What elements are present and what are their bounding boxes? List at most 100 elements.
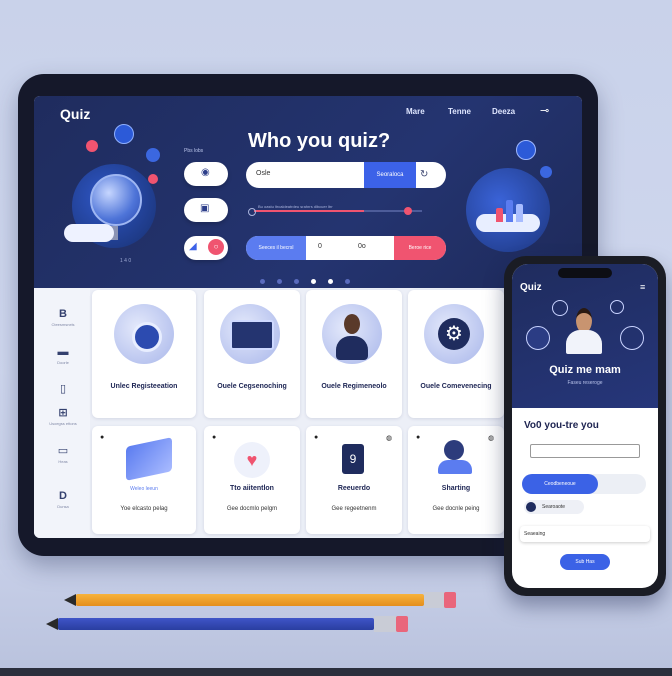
heart-icon: ♥ (234, 442, 270, 478)
slider-caption: Bu oastu ltrcaldeatrdeu srahrrs dlbcuer … (258, 204, 333, 209)
phone-notch (558, 268, 612, 278)
nav-item-tenne[interactable]: Tenne (448, 107, 471, 116)
card-title: Ouele Comevenecing (420, 383, 492, 390)
badge-icon (86, 140, 98, 152)
carousel-dot[interactable] (311, 279, 316, 284)
sidebar-item-4[interactable]: ⊞ Usoegss ettons (38, 406, 88, 426)
gear-icon: ⚙ (424, 304, 484, 364)
chart-bar (516, 204, 523, 222)
info-icon: ● (416, 434, 421, 441)
card-subtitle: Gee docnle peing (432, 506, 480, 512)
menu-icon[interactable]: ≡ (640, 282, 645, 292)
chart-bar (506, 200, 513, 222)
sidebar-label: Usoegss ettons (49, 421, 77, 426)
primary-button[interactable]: Ceodbeneoue (522, 474, 598, 494)
badge-icon (516, 140, 536, 160)
nav-item-deeza[interactable]: Deeza (492, 107, 515, 116)
card-title: Weleo leeun (130, 486, 158, 492)
carousel-dots[interactable] (260, 271, 362, 289)
phone-screen: Quiz ≡ Quiz me mam Faseu reseroge Vo0 yo… (512, 264, 658, 588)
flask-icon (526, 326, 550, 350)
alert-button[interactable]: ◢ ○ (184, 236, 228, 260)
chart-illustration (466, 168, 550, 252)
sidebar-label: Heas (58, 459, 68, 464)
feature-card[interactable]: Ouele Cegsenoching (204, 290, 300, 418)
sidebar-item-2[interactable]: ▬ Doorle (38, 346, 88, 365)
chip-label: Searoaote (542, 504, 566, 510)
action-icon: ◍ (488, 435, 495, 442)
chart-bar (496, 208, 503, 222)
slider-handle[interactable] (404, 207, 412, 215)
control-mid-1[interactable]: 0 (318, 243, 322, 250)
chat-button[interactable]: ▣ (184, 198, 228, 222)
control-mid-2[interactable]: 0o (358, 243, 366, 250)
phone-device: Quiz ≡ Quiz me mam Faseu reseroge Vo0 yo… (504, 256, 666, 596)
link-icon[interactable]: ↻ (420, 169, 428, 180)
sidebar-label: Cteesmsnels (51, 322, 75, 327)
info-card[interactable]: ● ◍ 9 Reeuerdo Gee regeetnenm (306, 426, 402, 534)
minus-icon: ▬ (57, 346, 69, 358)
chat-icon (620, 326, 644, 350)
sidebar-item-6[interactable]: D Dunsa (38, 490, 88, 509)
hero-banner: Quiz Mare Tenne Deeza ⊸ Who you quiz? Pb… (34, 96, 582, 288)
folder-icon: ▭ (57, 445, 69, 457)
search-bar[interactable]: Osle Seoraloca ↻ (246, 162, 446, 188)
feature-card[interactable]: Unlec Registeeation (92, 290, 196, 418)
option-chip[interactable]: Searoaote (524, 500, 584, 514)
carousel-dot[interactable] (345, 279, 350, 284)
info-card[interactable]: ● Weleo leeun Yoe elcasto pelag (92, 426, 196, 534)
user-icon-body (438, 460, 472, 474)
option-icon (526, 502, 536, 512)
slider-start-handle[interactable] (248, 208, 256, 216)
info-icon: ● (212, 434, 217, 441)
sidebar-item-5[interactable]: ▭ Heas (38, 444, 88, 464)
bubble-icon: ◢ (189, 241, 197, 252)
info-icon: ● (314, 434, 319, 441)
feature-card[interactable]: ⚙ Ouele Comevenecing (408, 290, 504, 418)
phone-field[interactable]: Seaeaing (520, 526, 650, 542)
sidebar: B Cteesmsnels ▬ Doorle ▯ ⊞ Usoegss ettons ▭… (34, 288, 90, 538)
progress-slider[interactable] (248, 207, 422, 216)
search-input[interactable]: Osle (256, 170, 270, 177)
carousel-dot[interactable] (294, 279, 299, 284)
grid-icon: ⊞ (58, 407, 68, 419)
badge-icon (540, 166, 552, 178)
phone-subtitle: Faseu reseroge (567, 380, 603, 386)
book-icon: 9 (342, 444, 364, 474)
toggle-icon[interactable]: ⊸ (540, 104, 549, 117)
nav-item-mare[interactable]: Mare (406, 107, 425, 116)
chat-icon: ▣ (200, 203, 210, 214)
phone-heading: Vo0 you-tre you (524, 420, 599, 431)
carousel-dot[interactable] (277, 279, 282, 284)
sidebar-label: Dunsa (57, 504, 69, 509)
avatar (564, 308, 604, 354)
carousel-dot[interactable] (260, 279, 265, 284)
sidebar-item-1[interactable]: B Cteesmsnels (38, 308, 88, 327)
phone-text-input[interactable] (530, 444, 640, 458)
sidebar-item-3[interactable]: ▯ (38, 382, 88, 397)
card-title: Ouele Regimeneolo (321, 383, 387, 390)
feature-card[interactable]: Ouele Regimeneolo (306, 290, 402, 418)
search-button[interactable]: Seoraloca (364, 162, 416, 188)
tablet-screen: Quiz Mare Tenne Deeza ⊸ Who you quiz? Pb… (34, 96, 582, 538)
submit-button[interactable]: Sub Has (560, 554, 610, 570)
info-card[interactable]: ● ♥ Tto aiitentlon Gee docmlo pelgm (204, 426, 300, 534)
carousel-dot[interactable] (328, 279, 333, 284)
badge-icon (146, 148, 160, 162)
phone-brand[interactable]: Quiz (520, 282, 542, 293)
control-right-button[interactable]: Beroe rice (394, 236, 446, 260)
computer-icon (220, 304, 280, 364)
info-card[interactable]: ● ◍ Sharting Gee docnle peing (408, 426, 504, 534)
record-button[interactable]: ◉ (184, 162, 228, 186)
card-subtitle: Gee regeetnenm (331, 506, 377, 512)
brand-logo[interactable]: Quiz (60, 106, 90, 122)
phone-title: Quiz me mam (549, 364, 621, 376)
card-title: Sharting (441, 485, 471, 492)
badge-icon (610, 300, 624, 314)
sidebar-label: Doorle (57, 360, 69, 365)
person-icon (322, 304, 382, 364)
card-subtitle: Gee docmlo pelgm (226, 506, 278, 512)
card-title: Reeuerdo (337, 485, 371, 492)
control-left-button[interactable]: Seeces il becrsl (246, 236, 306, 260)
card-title: Ouele Cegsenoching (217, 383, 287, 390)
